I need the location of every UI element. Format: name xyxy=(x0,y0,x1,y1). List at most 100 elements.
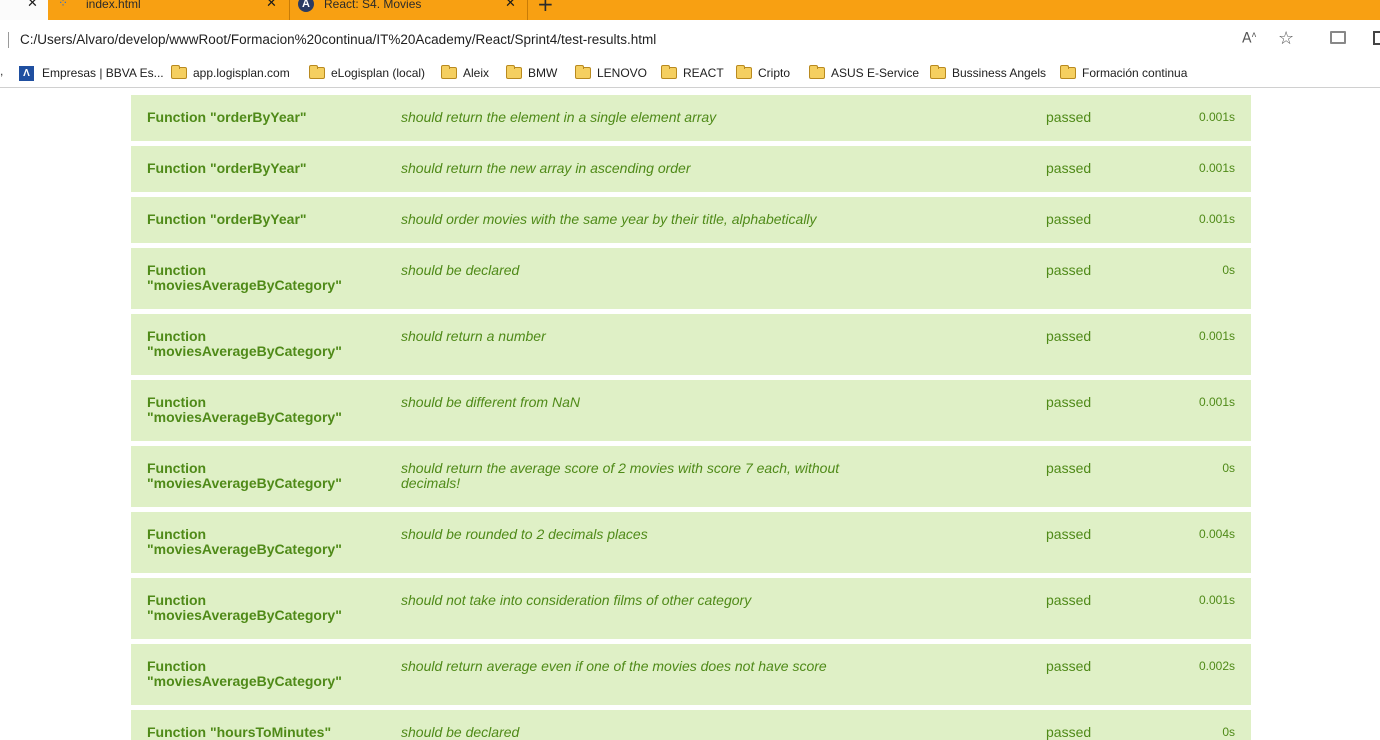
bookmarks-bar: , Λ Empresas | BBVA Es... app.logisplan.… xyxy=(0,58,1380,88)
suite-name: Function "orderByYear" xyxy=(147,211,307,227)
address-divider xyxy=(8,32,9,48)
bookmark-lenovo[interactable]: LENOVO xyxy=(575,64,647,82)
test-description: should be different from NaN xyxy=(401,394,580,410)
bookmark-elogisplan[interactable]: eLogisplan (local) xyxy=(309,64,425,82)
add-favorite-icon[interactable]: ☆ xyxy=(1278,28,1294,49)
bookmark-label: Bussiness Angels xyxy=(952,66,1047,80)
test-result-row: Function "orderByYear" should return the… xyxy=(131,95,1251,141)
suite-name: Function "moviesAverageByCategory" xyxy=(147,394,342,425)
suite-name: Function "moviesAverageByCategory" xyxy=(147,328,342,359)
test-status: passed xyxy=(1046,211,1092,227)
folder-icon xyxy=(575,65,591,79)
folder-icon xyxy=(736,65,752,79)
test-description: should be declared xyxy=(401,724,520,740)
bookmark-label: LENOVO xyxy=(597,66,648,80)
test-result-row: Function "moviesAverageByCategory" shoul… xyxy=(131,578,1251,639)
test-result-row: Function "moviesAverageByCategory" shoul… xyxy=(131,446,1251,507)
test-description: should be rounded to 2 decimals places xyxy=(401,526,648,542)
close-tab-icon[interactable]: ✕ xyxy=(266,0,277,10)
test-duration: 0.001s xyxy=(1198,212,1235,226)
folder-icon xyxy=(661,65,677,79)
tab-bar: ✕ ⁘ index.html ✕ A React: S4. Movies ✕ + xyxy=(0,0,1380,20)
test-status: passed xyxy=(1046,262,1092,278)
new-tab-icon[interactable]: + xyxy=(537,0,554,14)
collections-icon[interactable] xyxy=(1373,31,1380,45)
test-duration: 0s xyxy=(1222,461,1235,475)
suite-name: Function "hoursToMinutes" xyxy=(147,724,332,740)
folder-icon xyxy=(809,65,825,79)
test-result-row: Function "orderByYear" should order movi… xyxy=(131,197,1251,243)
active-tab-area[interactable] xyxy=(0,0,48,20)
tab-separator xyxy=(527,0,528,20)
test-description: should return the element in a single el… xyxy=(401,109,717,125)
test-status: passed xyxy=(1046,160,1092,176)
bookmark-label: Aleix xyxy=(463,66,490,80)
test-duration: 0.001s xyxy=(1198,161,1235,175)
bookmark-aleix[interactable]: Aleix xyxy=(441,64,489,82)
bookmark-asus[interactable]: ASUS E-Service xyxy=(809,64,919,82)
test-description: should return the new array in ascending… xyxy=(401,160,691,176)
test-duration: 0s xyxy=(1222,725,1235,739)
folder-icon xyxy=(930,65,946,79)
test-duration: 0s xyxy=(1222,263,1235,277)
bookmark-bussiness-angels[interactable]: Bussiness Angels xyxy=(930,64,1046,82)
loading-icon: ⁘ xyxy=(58,0,69,10)
bookmark-label: Cripto xyxy=(758,66,791,80)
bookmark-label: Empresas | BBVA Es... xyxy=(42,66,164,80)
test-status: passed xyxy=(1046,526,1092,542)
bookmarks-overflow-icon[interactable]: , xyxy=(0,64,3,78)
bookmark-label: REACT xyxy=(683,66,724,80)
suite-name: Function "moviesAverageByCategory" xyxy=(147,460,342,491)
test-description: should return the average score of 2 mov… xyxy=(401,460,840,491)
bookmark-cripto[interactable]: Cripto xyxy=(736,64,790,82)
test-duration: 0.001s xyxy=(1198,395,1235,409)
tab-title-react[interactable]: React: S4. Movies xyxy=(324,0,421,11)
bookmark-label: BMW xyxy=(528,66,558,80)
bookmark-label: eLogisplan (local) xyxy=(331,66,426,80)
suite-name: Function "moviesAverageByCategory" xyxy=(147,658,342,689)
bookmark-label: ASUS E-Service xyxy=(831,66,920,80)
test-status: passed xyxy=(1046,658,1092,674)
suite-name: Function "moviesAverageByCategory" xyxy=(147,262,342,293)
test-duration: 0.001s xyxy=(1198,110,1235,124)
test-status: passed xyxy=(1046,109,1092,125)
suite-name: Function "moviesAverageByCategory" xyxy=(147,592,342,623)
test-result-row: Function "moviesAverageByCategory" shoul… xyxy=(131,644,1251,705)
test-result-row: Function "moviesAverageByCategory" shoul… xyxy=(131,380,1251,441)
test-duration: 0.001s xyxy=(1198,329,1235,343)
test-status: passed xyxy=(1046,394,1092,410)
folder-icon xyxy=(441,65,457,79)
suite-name: Function "orderByYear" xyxy=(147,160,307,176)
url-field[interactable]: C:/Users/Alvaro/develop/wwwRoot/Formacio… xyxy=(20,32,656,47)
bookmark-bbva[interactable]: Λ Empresas | BBVA Es... xyxy=(19,64,164,82)
test-status: passed xyxy=(1046,328,1092,344)
test-result-row: Function "moviesAverageByCategory" shoul… xyxy=(131,248,1251,309)
bookmark-formacion-continua[interactable]: Formación continua xyxy=(1060,64,1187,82)
bookmark-logisplan[interactable]: app.logisplan.com xyxy=(171,64,290,82)
folder-icon xyxy=(506,65,522,79)
test-result-row: Function "moviesAverageByCategory" shoul… xyxy=(131,512,1251,573)
read-aloud-icon[interactable]: Aʌ xyxy=(1242,30,1256,47)
address-bar: C:/Users/Alvaro/develop/wwwRoot/Formacio… xyxy=(0,20,1380,58)
close-tab-icon[interactable]: ✕ xyxy=(27,0,38,10)
bookmark-label: app.logisplan.com xyxy=(193,66,290,80)
test-duration: 0.001s xyxy=(1198,593,1235,607)
suite-name: Function "orderByYear" xyxy=(147,109,307,125)
reading-view-icon[interactable] xyxy=(1330,31,1346,44)
test-description: should return a number xyxy=(401,328,546,344)
bookmark-react[interactable]: REACT xyxy=(661,64,724,82)
bbva-icon: Λ xyxy=(19,65,34,81)
tab-title-index[interactable]: index.html xyxy=(86,0,141,11)
test-status: passed xyxy=(1046,460,1092,476)
tab-separator xyxy=(289,0,290,20)
test-status: passed xyxy=(1046,592,1092,608)
bookmark-bmw[interactable]: BMW xyxy=(506,64,557,82)
close-tab-icon[interactable]: ✕ xyxy=(505,0,516,10)
test-description: should return average even if one of the… xyxy=(401,658,827,674)
react-tab-icon: A xyxy=(298,0,314,12)
folder-icon xyxy=(1060,65,1076,79)
suite-name: Function "moviesAverageByCategory" xyxy=(147,526,342,557)
test-duration: 0.004s xyxy=(1198,527,1235,541)
test-results-page: Function "orderByYear" should return the… xyxy=(0,89,1380,740)
test-result-row: Function "orderByYear" should return the… xyxy=(131,146,1251,192)
